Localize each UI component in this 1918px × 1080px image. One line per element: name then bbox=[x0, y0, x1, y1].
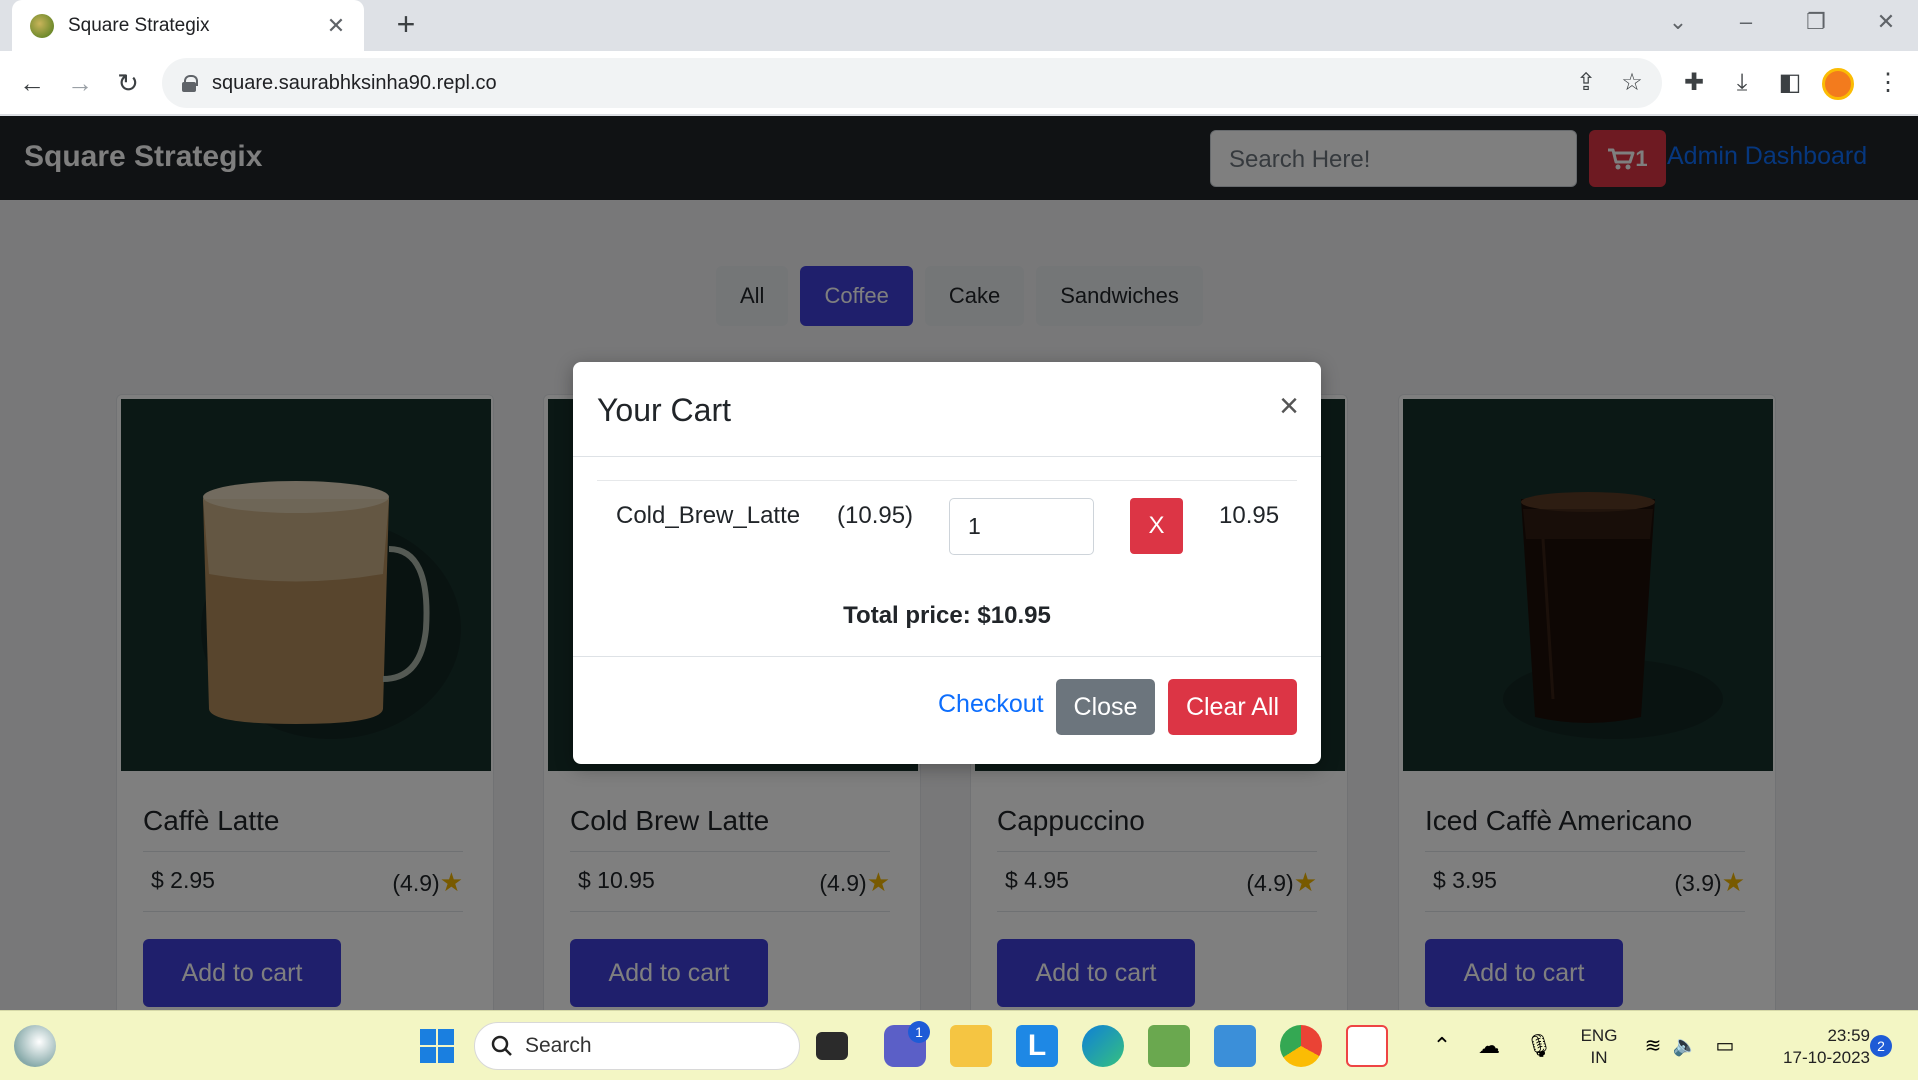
remove-item-button[interactable]: X bbox=[1130, 498, 1183, 554]
microphone-icon[interactable]: 🎙 bbox=[1524, 1025, 1554, 1067]
file-explorer-icon[interactable] bbox=[950, 1025, 992, 1067]
cart-modal: Your Cart × Cold_Brew_Latte (10.95) 1 X … bbox=[573, 362, 1321, 764]
task-view-icon[interactable] bbox=[816, 1032, 848, 1060]
windows-start-icon[interactable] bbox=[416, 1025, 458, 1067]
reload-icon[interactable]: ↻ bbox=[110, 65, 146, 101]
taskbar-search[interactable]: Search bbox=[474, 1022, 800, 1070]
tab-search-icon[interactable]: ⌄ bbox=[1658, 6, 1698, 38]
clear-all-button[interactable]: Clear All bbox=[1168, 679, 1297, 735]
cart-item-unit-price: (10.95) bbox=[837, 502, 914, 529]
tab-title: Square Strategix bbox=[68, 14, 210, 36]
wifi-icon[interactable]: ≋ bbox=[1638, 1025, 1668, 1067]
download-icon[interactable]: ⤓ bbox=[1724, 65, 1760, 101]
cart-item-name: Cold_Brew_Latte bbox=[616, 502, 801, 529]
taskbar-search-label: Search bbox=[525, 1034, 592, 1057]
browser-toolbar: ← → ↻ square.saurabhksinha90.repl.co ⇪ ☆… bbox=[0, 51, 1918, 115]
taskbar: Search 1 L ⌃ ☁ 🎙 ENG IN ≋ 🔈 ▭ 23:59 17-1… bbox=[0, 1010, 1918, 1080]
cart-row-divider bbox=[597, 480, 1297, 481]
quantity-input[interactable]: 1 bbox=[949, 498, 1094, 555]
battery-icon[interactable]: ▭ bbox=[1710, 1025, 1740, 1067]
chrome-browser-icon[interactable] bbox=[1280, 1025, 1322, 1067]
new-tab-button[interactable]: + bbox=[388, 6, 424, 42]
notification-badge[interactable]: 2 bbox=[1870, 1035, 1892, 1057]
window-close-button[interactable]: ✕ bbox=[1866, 6, 1906, 38]
modal-footer-divider bbox=[573, 656, 1321, 657]
modal-close-icon[interactable]: × bbox=[1279, 386, 1299, 426]
lock-icon bbox=[182, 75, 198, 92]
modal-title: Your Cart bbox=[597, 392, 731, 428]
language-indicator[interactable]: ENG IN bbox=[1574, 1025, 1624, 1069]
tab-close-icon[interactable]: ✕ bbox=[322, 13, 350, 39]
close-button[interactable]: Close bbox=[1056, 679, 1155, 735]
forward-arrow-icon[interactable]: → bbox=[62, 65, 98, 101]
share-icon[interactable]: ⇪ bbox=[1570, 67, 1602, 99]
menu-kebab-icon[interactable]: ⋮ bbox=[1870, 65, 1906, 101]
web-page: Square Strategix Search Here! 1 Admin Da… bbox=[0, 116, 1918, 1010]
photos-app-icon[interactable] bbox=[1214, 1025, 1256, 1067]
side-panel-icon[interactable]: ◧ bbox=[1772, 65, 1808, 101]
minimize-button[interactable]: – bbox=[1726, 6, 1766, 38]
notepad-app-icon[interactable] bbox=[1148, 1025, 1190, 1067]
checkout-link[interactable]: Checkout bbox=[938, 690, 1044, 719]
extensions-puzzle-icon[interactable]: ✚ bbox=[1676, 65, 1712, 101]
app-l-icon[interactable]: L bbox=[1016, 1025, 1058, 1067]
browser-tabstrip: Square Strategix ✕ + ⌄ – ❐ ✕ bbox=[0, 0, 1918, 51]
weather-widget-icon[interactable] bbox=[14, 1025, 56, 1067]
snipping-tool-icon[interactable] bbox=[1346, 1025, 1388, 1067]
site-favicon-icon bbox=[30, 13, 54, 38]
volume-icon[interactable]: 🔈 bbox=[1670, 1025, 1700, 1067]
profile-avatar[interactable] bbox=[1822, 68, 1854, 100]
edge-browser-icon[interactable] bbox=[1082, 1025, 1124, 1067]
back-arrow-icon[interactable]: ← bbox=[14, 65, 50, 101]
search-icon bbox=[491, 1035, 512, 1056]
url-text: square.saurabhksinha90.repl.co bbox=[212, 71, 497, 94]
cart-total-price: Total price: $10.95 bbox=[843, 602, 1051, 629]
restore-button[interactable]: ❐ bbox=[1796, 6, 1836, 38]
cart-item-total: 10.95 bbox=[1219, 502, 1280, 529]
address-bar[interactable]: square.saurabhksinha90.repl.co ⇪ ☆ bbox=[162, 58, 1662, 108]
bookmark-star-icon[interactable]: ☆ bbox=[1616, 67, 1648, 99]
chat-badge: 1 bbox=[908, 1021, 930, 1043]
clock[interactable]: 23:59 17-10-2023 bbox=[1754, 1025, 1870, 1069]
modal-header-divider bbox=[573, 456, 1321, 457]
onedrive-cloud-icon[interactable]: ☁ bbox=[1472, 1025, 1506, 1067]
browser-tab[interactable]: Square Strategix ✕ bbox=[12, 0, 364, 51]
chevron-up-icon[interactable]: ⌃ bbox=[1428, 1025, 1456, 1067]
